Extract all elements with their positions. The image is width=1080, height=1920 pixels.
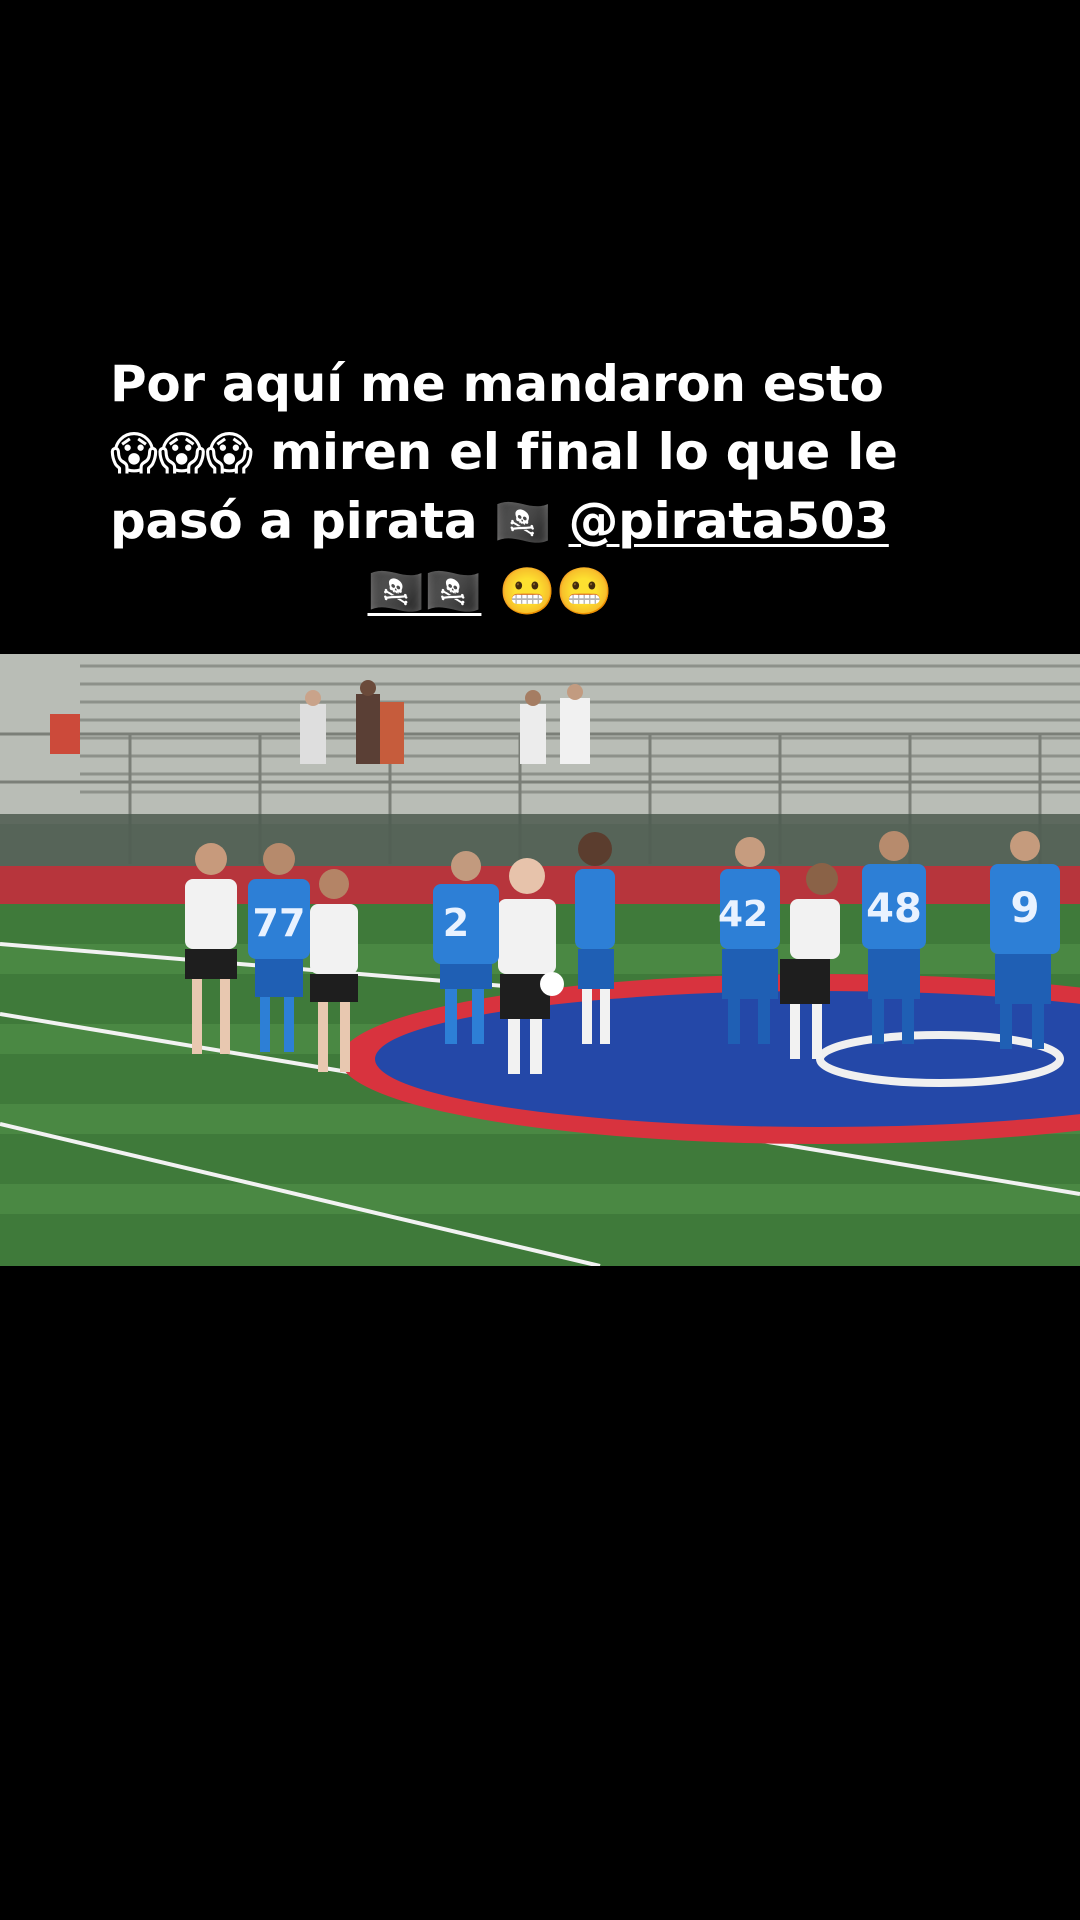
pirate-flags-icon[interactable]: 🏴‍☠️🏴‍☠️ <box>367 564 481 618</box>
caption-line-3-text: pasó a pirata <box>110 492 495 550</box>
scream-emoji: 😱😱😱 <box>110 426 253 480</box>
caption-line-2-text: miren el final lo que le <box>252 423 898 481</box>
mention-link[interactable]: @pirata503 <box>568 492 889 550</box>
jersey-number: 77 <box>253 901 306 945</box>
caption-line-3: pasó a pirata 🏴‍☠️ @pirata503 <box>110 487 889 556</box>
caption-line-1: Por aquí me mandaron esto <box>110 355 884 413</box>
video-frame[interactable]: 77 2 42 48 9 <box>0 654 1080 1266</box>
grimace-emoji: 😬😬 <box>498 564 613 618</box>
jersey-number: 48 <box>866 886 922 932</box>
caption-line-2: 😱😱😱 miren el final lo que le <box>110 418 898 487</box>
jersey-number: 9 <box>1010 883 1039 932</box>
jersey-number: 2 <box>443 901 469 945</box>
pirate-flag-icon: 🏴‍☠️ <box>494 495 552 549</box>
ball <box>540 972 564 996</box>
jersey-number: 42 <box>718 894 768 935</box>
caption-line-4: 🏴‍☠️🏴‍☠️ 😬😬 <box>110 556 870 625</box>
caption: Por aquí me mandaron esto 😱😱😱 miren el f… <box>110 350 898 625</box>
soccer-scene: 77 2 42 48 9 <box>0 654 1080 1266</box>
